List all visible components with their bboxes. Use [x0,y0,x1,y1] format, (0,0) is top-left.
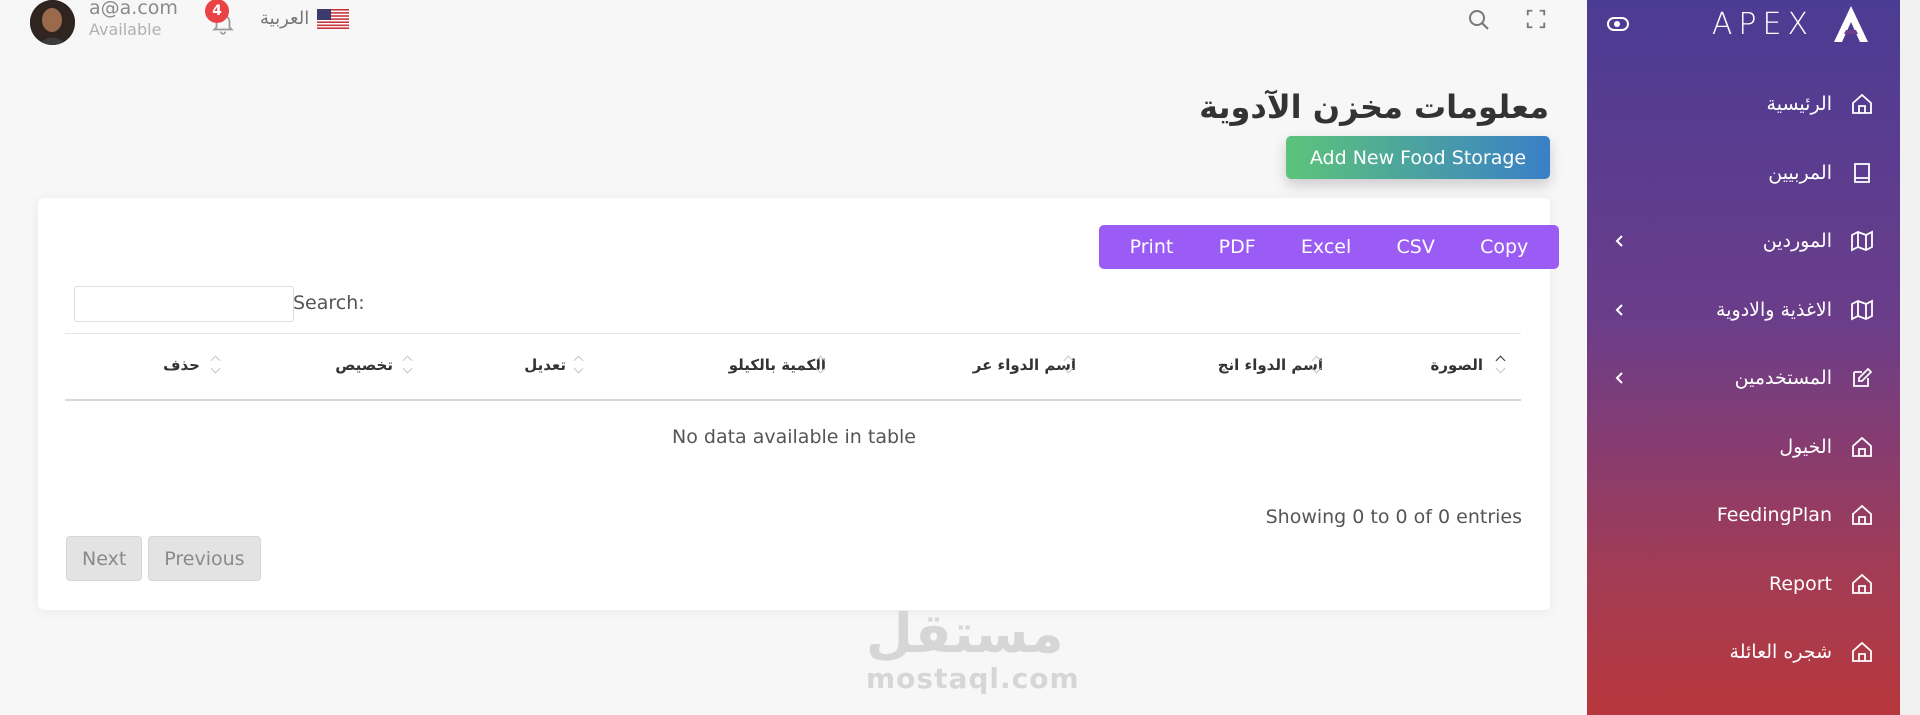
language-switcher[interactable]: العربية [260,8,350,29]
notification-badge: 4 [205,0,229,23]
print-button[interactable]: Print [1120,230,1184,264]
sidebar-item-suppliers[interactable]: الموردين [1587,207,1900,276]
csv-button[interactable]: CSV [1387,230,1445,264]
empty-table-message: No data available in table [672,426,916,448]
sidebar-item-feeding-plan[interactable]: FeedingPlan [1587,481,1900,550]
column-header-assign[interactable]: تخصيص [335,356,393,374]
pagination: Next Previous [66,536,261,581]
page-scrollbar[interactable] [1900,0,1920,715]
column-header-edit[interactable]: تعديل [524,356,566,374]
sort-icon[interactable] [815,354,825,376]
book-icon [1854,162,1870,183]
language-label: العربية [260,8,310,29]
chevron-left-icon [1615,235,1623,247]
sidebar-item-label: الرئيسية [1766,93,1832,116]
user-email: a@a.com [89,0,178,19]
sidebar-item-label: الاغذية والادوية [1716,298,1832,321]
next-page-button[interactable]: Next [66,536,143,581]
sidebar-item-label: الموردين [1762,230,1832,253]
sidebar-item-report[interactable]: Report [1587,550,1900,619]
avatar[interactable] [30,0,75,45]
table-header: الصورة اسم الدواء انج اسم الدواء عر الكم… [65,333,1521,401]
sort-icon[interactable] [1063,354,1073,376]
chevron-left-icon [1615,372,1623,384]
sidebar-nav: الرئيسية المربيين الموردين الاغذية والاد… [1587,70,1900,687]
excel-button[interactable]: Excel [1291,230,1361,264]
sidebar-item-label: FeedingPlan [1716,504,1832,527]
top-bar: a@a.com Available 4 العربية [0,0,1587,45]
home-icon [1852,505,1872,526]
column-header-name-ar[interactable]: اسم الدواء عر [973,356,1076,374]
home-icon [1852,436,1872,457]
sidebar-item-breeders[interactable]: المربيين [1587,139,1900,208]
sidebar-item-label: المربيين [1768,161,1832,184]
column-header-image[interactable]: الصورة [1431,356,1483,374]
copy-button[interactable]: Copy [1470,230,1538,264]
column-header-delete[interactable]: حذف [163,356,200,374]
brand[interactable]: APEX [1712,4,1870,44]
user-status: Available [89,20,162,39]
add-new-food-storage-button[interactable]: Add New Food Storage [1286,136,1550,179]
map-icon [1851,299,1873,321]
data-table-card: Copy CSV Excel PDF Print Search: الصورة … [38,198,1559,610]
home-icon [1852,573,1872,594]
export-button-group: Copy CSV Excel PDF Print [1099,225,1559,269]
table-info: Showing 0 to 0 of 0 entries [1265,506,1522,528]
sidebar: APEX الرئيسية المربيين الموردين الاغذية … [1587,0,1900,715]
column-header-name-en[interactable]: اسم الدواء انج [1218,356,1323,374]
sidebar-item-home[interactable]: الرئيسية [1587,70,1900,139]
brand-name: APEX [1711,6,1814,42]
watermark-arabic: مستقل [866,602,1064,665]
us-flag-icon [317,8,350,29]
sort-icon[interactable] [402,354,412,376]
search-label: Search: [293,292,365,314]
home-icon [1852,642,1872,663]
brand-logo-icon [1834,6,1868,42]
fullscreen-icon[interactable] [1525,8,1547,30]
pdf-button[interactable]: PDF [1209,230,1266,264]
search-icon[interactable] [1467,8,1491,32]
sort-icon[interactable] [1495,354,1505,376]
edit-icon [1853,367,1873,388]
sidebar-item-horses[interactable]: الخيول [1587,413,1900,482]
watermark-latin: mostaql.com [866,662,1080,695]
sidebar-item-label: المستخدمين [1734,367,1832,390]
previous-page-button[interactable]: Previous [148,536,261,581]
chevron-left-icon [1615,304,1623,316]
avatar-image [30,0,75,45]
sidebar-item-food-medicine[interactable]: الاغذية والادوية [1587,276,1900,345]
sidebar-item-users[interactable]: المستخدمين [1587,344,1900,413]
sidebar-item-family-tree[interactable]: شجره العائلة [1587,618,1900,687]
sidebar-item-label: الخيول [1779,435,1832,458]
sidebar-toggle-icon[interactable] [1607,17,1629,31]
sort-icon[interactable] [573,354,583,376]
home-icon [1852,94,1872,115]
table-search-input[interactable] [74,286,294,322]
sort-icon[interactable] [210,354,220,376]
map-icon [1851,230,1873,252]
sort-icon[interactable] [1311,354,1321,376]
sidebar-item-label: Report [1769,572,1832,595]
page-title: معلومات مخزن الآدوية [1199,88,1549,126]
sidebar-item-label: شجره العائلة [1729,641,1832,664]
column-header-quantity[interactable]: الكمية بالكيلو [729,356,826,374]
watermark: مستقل mostaql.com [866,602,1080,695]
